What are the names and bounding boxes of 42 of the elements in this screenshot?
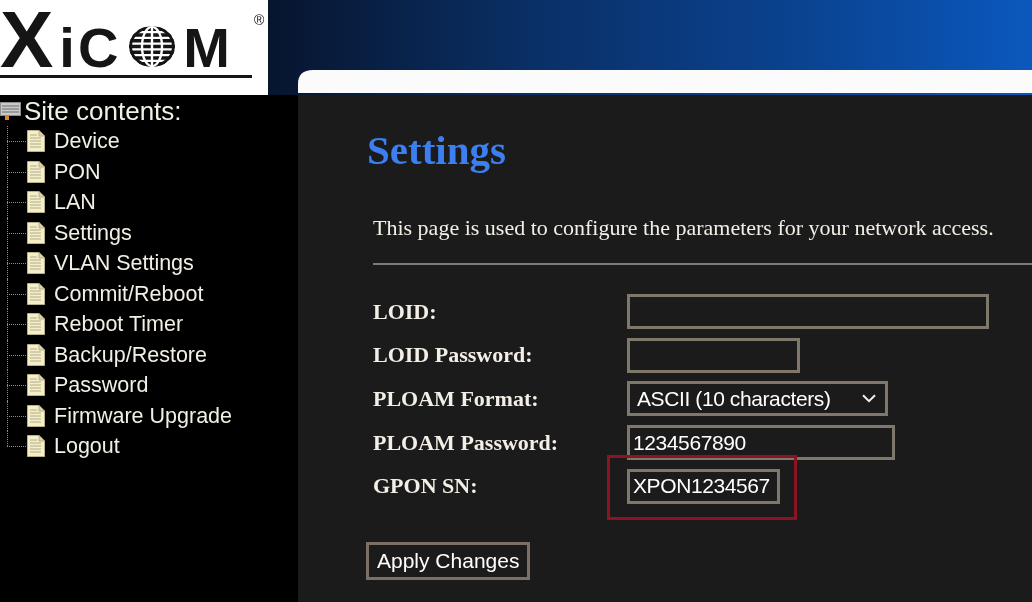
sidebar-title: Site contents: <box>24 96 182 126</box>
input-field[interactable]: 1234567890 <box>627 425 895 461</box>
document-icon <box>27 313 45 336</box>
document-icon <box>27 435 45 458</box>
document-icon <box>27 191 45 214</box>
field-label: LOID: <box>373 298 438 325</box>
field-label: PLOAM Password: <box>373 429 560 456</box>
dropdown[interactable]: ASCII (10 characters) <box>627 381 888 417</box>
input-field[interactable] <box>627 294 989 329</box>
document-icon <box>27 282 45 305</box>
sidebar-link[interactable]: VLAN Settings <box>27 250 194 277</box>
field-label: LOID Password: <box>373 342 534 369</box>
logo-text: X <box>0 0 54 80</box>
document-icon <box>27 404 45 427</box>
list-icon <box>0 102 21 120</box>
apply-button[interactable]: Apply Changes <box>366 541 531 580</box>
field-label: PLOAM Format: <box>373 385 540 412</box>
page-description: This page is used to configure the parameters for your network access. <box>373 214 995 242</box>
sidebar-link[interactable]: Password <box>27 372 149 399</box>
sidebar-link[interactable]: Device <box>27 128 120 155</box>
page-title: Settings <box>367 126 507 175</box>
sidebar-link[interactable]: Commit/Reboot <box>27 280 204 307</box>
sidebar-link[interactable]: Settings <box>27 219 132 246</box>
chevron-down-icon <box>862 394 876 404</box>
document-icon <box>27 221 45 244</box>
sidebar-link[interactable]: LAN <box>27 189 96 216</box>
sidebar-link[interactable]: Reboot Timer <box>27 311 184 338</box>
document-icon <box>27 160 45 183</box>
input-field[interactable]: XPON1234567 <box>627 468 780 504</box>
logo-text: M <box>183 20 233 76</box>
sidebar-link[interactable]: Firmware Upgrade <box>27 402 233 429</box>
sidebar-link[interactable]: Backup/Restore <box>27 341 207 368</box>
input-field[interactable] <box>627 337 800 373</box>
logo-text: iC <box>59 20 122 76</box>
document-icon <box>27 130 45 153</box>
field-label: GPON SN: <box>373 473 479 500</box>
sidebar-link[interactable]: PON <box>27 158 101 185</box>
sidebar-link[interactable]: Logout <box>27 433 120 460</box>
document-icon <box>27 374 45 397</box>
document-icon <box>27 343 45 366</box>
document-icon <box>27 252 45 275</box>
trademark-sign: ® <box>254 13 265 27</box>
